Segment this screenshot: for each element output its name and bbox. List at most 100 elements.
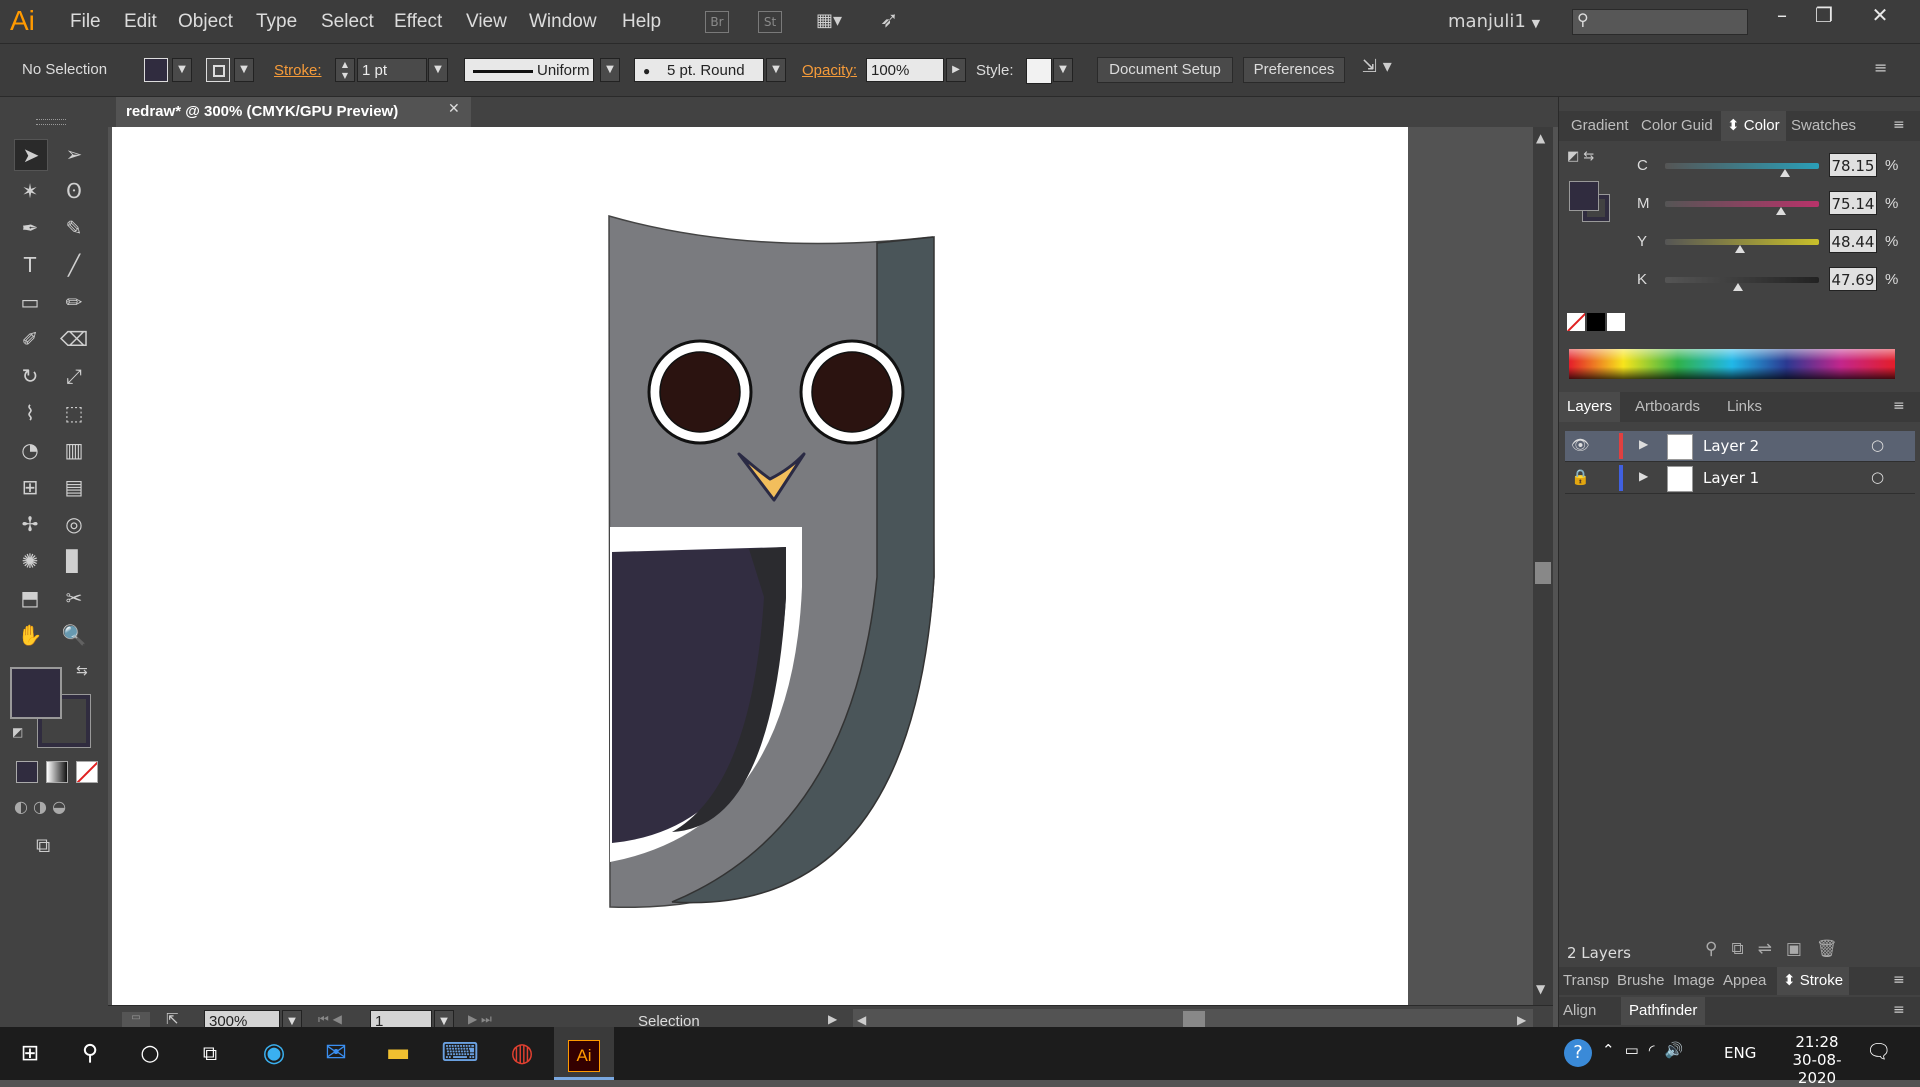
channel-value-c[interactable]: 78.15 (1829, 153, 1877, 177)
mesh-icon[interactable]: ⊞ (14, 472, 46, 502)
artboard-next-last-icons[interactable]: ▶ ⏭ (468, 1012, 492, 1027)
channel-value-y[interactable]: 48.44 (1829, 229, 1877, 253)
user-account[interactable]: manjuli1 ▼ (1448, 11, 1540, 32)
white-swatch[interactable] (1607, 313, 1625, 331)
artboard-icon[interactable]: ⬒ (14, 583, 46, 613)
artboard-first-prev-icons[interactable]: ⏮ ◀ (318, 1012, 342, 1027)
selection-tool-icon[interactable]: ➤ (14, 139, 48, 171)
draw-mode-icons[interactable]: ◐ ◑ ◒ (14, 797, 98, 819)
brush-definition[interactable]: ● 5 pt. Round (634, 58, 764, 82)
opacity-label[interactable]: Opacity: (802, 62, 857, 79)
lock-icon[interactable]: 🔒 (1571, 468, 1590, 486)
fill-swatch[interactable] (144, 58, 168, 82)
rotate-icon[interactable]: ↻ (14, 361, 46, 391)
document-setup-button[interactable]: Document Setup (1097, 57, 1233, 83)
stroke-swatch[interactable] (206, 58, 230, 82)
minimize-button[interactable]: – (1764, 2, 1800, 28)
paintbrush-icon[interactable]: ✏ (58, 287, 90, 317)
fill-color-box[interactable] (10, 667, 62, 719)
tab-links[interactable]: Links (1727, 392, 1762, 422)
layer-action-icons[interactable]: ⚲⧉⇌▣🗑 (1705, 939, 1851, 959)
language-indicator[interactable]: ENG (1724, 1044, 1756, 1062)
help-icon[interactable]: ? (1564, 1039, 1592, 1067)
color-mode-button[interactable] (16, 761, 38, 783)
preferences-button[interactable]: Preferences (1243, 57, 1345, 83)
rectangle-icon[interactable]: ▭ (14, 287, 46, 317)
close-button[interactable]: ✕ (1862, 2, 1898, 28)
tab-transparency[interactable]: Transp (1563, 967, 1609, 995)
eraser-icon[interactable]: ⌫ (58, 324, 90, 354)
expand-triangle-icon[interactable]: ▶ (1639, 437, 1648, 451)
stroke-weight-dropdown[interactable]: ▼ (428, 58, 448, 82)
panel-menu-icon[interactable]: ≡ (1874, 58, 1898, 80)
menu-window[interactable]: Window (529, 11, 597, 33)
stroke-dropdown[interactable]: ▼ (234, 58, 254, 82)
tab-brushes[interactable]: Brushe (1617, 967, 1665, 995)
perspective-grid-icon[interactable]: ▥ (58, 435, 90, 465)
stroke-stepper[interactable]: ▲ ▼ (335, 58, 355, 82)
owl-artwork[interactable] (112, 127, 1408, 1005)
vertical-scroll-thumb[interactable] (1535, 562, 1551, 584)
brush-dropdown[interactable]: ▼ (766, 58, 786, 82)
color-spectrum[interactable] (1569, 349, 1895, 379)
status-menu-arrow[interactable]: ▶ (828, 1012, 837, 1026)
arrange-documents-icon[interactable]: ⇲ ▾ (1362, 56, 1402, 82)
tab-pathfinder[interactable]: Pathfinder (1621, 997, 1706, 1025)
gpu-icon[interactable]: ▭ (122, 1012, 150, 1028)
hand-icon[interactable]: ✋ (14, 620, 46, 650)
search-taskbar-icon[interactable]: ⚲ (62, 1027, 118, 1080)
gpu-rocket-icon[interactable]: ➶ (880, 8, 910, 34)
variable-width-profile[interactable]: Uniform (464, 58, 594, 82)
cortana-icon[interactable]: ○ (122, 1027, 178, 1080)
edge-icon[interactable]: ◉ (246, 1027, 302, 1080)
scroll-up-icon[interactable]: ▲ (1536, 131, 1545, 145)
blend-icon[interactable]: ◎ (58, 509, 90, 539)
scroll-left-icon[interactable]: ◀ (857, 1013, 866, 1027)
tab-appearance[interactable]: Appea (1723, 967, 1766, 995)
channel-value-k[interactable]: 47.69 (1829, 267, 1877, 291)
channel-value-m[interactable]: 75.14 (1829, 191, 1877, 215)
clock[interactable]: 21:28 30-08-2020 (1782, 1033, 1852, 1087)
scroll-right-icon[interactable]: ▶ (1517, 1013, 1526, 1027)
none-mode-button[interactable] (76, 761, 98, 783)
symbol-sprayer-icon[interactable]: ✺ (14, 546, 46, 576)
stroke-panel-menu-icon[interactable]: ≡ (1893, 972, 1905, 988)
target-circle-icon[interactable]: ○ (1871, 468, 1884, 486)
channel-thumb-y[interactable] (1734, 245, 1745, 253)
laptop-app-icon[interactable]: ⌨ (432, 1027, 488, 1080)
menu-view[interactable]: View (466, 11, 507, 33)
artboard[interactable] (112, 127, 1408, 1005)
notification-icon[interactable]: 🗨 (1866, 1039, 1891, 1063)
menu-edit[interactable]: Edit (124, 11, 157, 33)
type-icon[interactable]: T (14, 250, 46, 280)
swap-fill-stroke-icon[interactable]: ⇆ (76, 663, 88, 679)
layers-panel-menu-icon[interactable]: ≡ (1893, 398, 1905, 414)
channel-slider-c[interactable] (1665, 163, 1819, 169)
lasso-icon[interactable]: ʘ (58, 176, 90, 206)
eyedropper-icon[interactable]: ✢ (14, 509, 46, 539)
menu-file[interactable]: File (70, 11, 101, 33)
tab-layers[interactable]: Layers (1559, 392, 1621, 422)
visibility-eye-icon[interactable]: 👁 (1571, 436, 1590, 454)
task-view-icon[interactable]: ⧉ (182, 1027, 238, 1080)
free-transform-icon[interactable]: ⬚ (58, 398, 90, 428)
pencil-icon[interactable]: ✐ (14, 324, 46, 354)
opacity-field[interactable]: 100% (866, 58, 944, 82)
layer-name[interactable]: Layer 1 (1703, 469, 1759, 487)
close-tab-icon[interactable]: ✕ (448, 101, 460, 117)
direct-selection-tool-icon[interactable]: ➢ (58, 139, 90, 169)
black-swatch[interactable] (1587, 313, 1605, 331)
default-colors-icon[interactable]: ◩ (12, 725, 23, 739)
line-icon[interactable]: ╱ (58, 250, 90, 280)
warp-icon[interactable]: ⌇ (14, 398, 46, 428)
layer-row[interactable]: 🔒 ▶ Layer 1 ○ (1565, 463, 1915, 494)
illustrator-taskbar-icon[interactable]: Ai (554, 1027, 614, 1080)
align-panel-menu-icon[interactable]: ≡ (1893, 1002, 1905, 1018)
channel-thumb-k[interactable] (1733, 283, 1744, 291)
channel-thumb-m[interactable] (1775, 207, 1786, 215)
style-dropdown[interactable]: ▼ (1053, 58, 1073, 82)
scale-icon[interactable]: ⤢ (58, 361, 90, 391)
tab-align[interactable]: Align (1563, 997, 1596, 1025)
menu-type[interactable]: Type (256, 11, 297, 33)
search-input[interactable]: ⚲ (1572, 9, 1748, 35)
